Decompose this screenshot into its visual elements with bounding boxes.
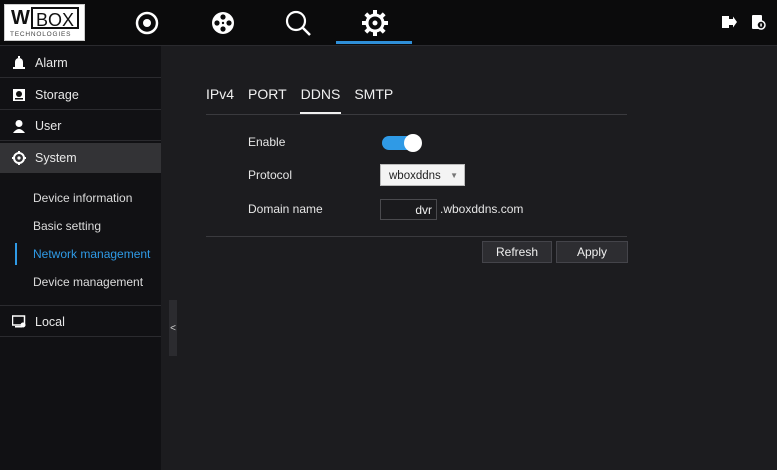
logo-tagline: TECHNOLOGIES — [10, 31, 72, 38]
active-nav-indicator — [336, 41, 412, 44]
lock-icon[interactable] — [749, 13, 767, 31]
playback-icon[interactable] — [208, 8, 238, 38]
tab-smtp[interactable]: SMTP — [354, 86, 393, 114]
sidebar-sub-label: Network management — [33, 247, 151, 261]
sidebar-sub-device-information[interactable]: Device information — [0, 185, 161, 211]
form-divider — [206, 236, 627, 237]
domain-name-input[interactable] — [380, 199, 437, 220]
sidebar: Alarm Storage User System Device informa… — [0, 46, 161, 470]
sidebar-sub-network-management[interactable]: Network management — [0, 241, 161, 267]
network-tabs: IPv4 PORT DDNS SMTP — [206, 86, 407, 116]
apply-button[interactable]: Apply — [556, 241, 628, 263]
sidebar-sub-device-management[interactable]: Device management — [0, 269, 161, 295]
local-icon — [11, 314, 26, 329]
sidebar-sub-basic-setting[interactable]: Basic setting — [0, 213, 161, 239]
sidebar-item-label: Storage — [35, 87, 79, 102]
tabs-divider — [206, 114, 627, 115]
alarm-icon — [12, 55, 26, 70]
enable-toggle[interactable] — [382, 134, 422, 152]
tab-ddns[interactable]: DDNS — [299, 86, 341, 114]
tab-port[interactable]: PORT — [248, 86, 287, 114]
sidebar-item-storage[interactable]: Storage — [0, 80, 161, 110]
sidebar-item-local[interactable]: Local — [0, 307, 161, 337]
logout-icon[interactable] — [720, 13, 738, 31]
logo-box: BOX — [31, 7, 80, 30]
sidebar-item-system[interactable]: System — [0, 143, 161, 173]
sidebar-item-label: Local — [35, 314, 65, 329]
logo-w: W — [11, 7, 30, 29]
domain-name-label: Domain name — [248, 202, 323, 216]
sidebar-divider — [0, 305, 161, 306]
sidebar-item-label: User — [35, 118, 62, 133]
user-icon — [12, 119, 26, 133]
wbox-logo: W BOX TECHNOLOGIES — [4, 4, 85, 41]
protocol-label: Protocol — [248, 168, 293, 182]
sidebar-item-label: Alarm — [35, 55, 68, 70]
chevron-down-icon: ▼ — [450, 171, 458, 180]
system-gear-icon — [12, 151, 26, 165]
search-icon[interactable] — [283, 8, 313, 38]
live-view-icon[interactable] — [132, 8, 162, 38]
protocol-select-value: wboxddns — [389, 170, 441, 182]
sidebar-item-label: System — [35, 151, 77, 165]
settings-icon[interactable] — [360, 8, 390, 38]
toggle-knob — [404, 134, 422, 152]
storage-icon — [12, 88, 26, 102]
enable-label: Enable — [248, 135, 286, 149]
sidebar-item-user[interactable]: User — [0, 111, 161, 141]
tab-ipv4[interactable]: IPv4 — [206, 86, 234, 114]
top-bar: W BOX TECHNOLOGIES — [0, 0, 777, 46]
refresh-button[interactable]: Refresh — [482, 241, 552, 263]
sidebar-item-alarm[interactable]: Alarm — [0, 48, 161, 78]
protocol-select[interactable]: wboxddns ▼ — [380, 164, 465, 186]
domain-suffix: .wboxddns.com — [440, 202, 524, 216]
sidebar-collapse-handle[interactable]: < — [169, 300, 177, 356]
